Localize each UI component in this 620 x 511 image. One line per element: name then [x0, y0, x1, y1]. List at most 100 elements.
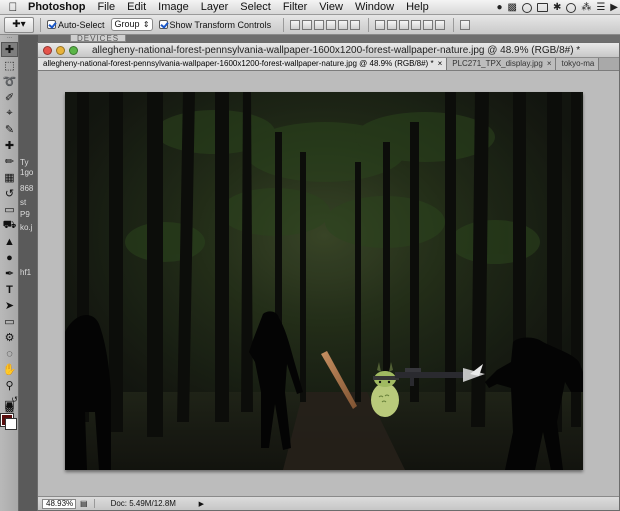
- status-bar-icon[interactable]: ▤: [80, 499, 88, 508]
- dodge-tool-icon[interactable]: ●: [1, 250, 18, 265]
- crop-tool-icon[interactable]: ⌖: [1, 106, 18, 121]
- move-tool-icon[interactable]: ✚: [1, 42, 18, 57]
- quick-select-tool-icon[interactable]: ✐: [1, 90, 18, 105]
- document-tab-label: allegheny-national-forest-pennsylvania-w…: [43, 59, 434, 68]
- wifi-icon[interactable]: ☰: [596, 2, 605, 13]
- separator: [283, 17, 285, 32]
- doc-size-info: Doc: 5.49M/12.8M: [93, 499, 199, 508]
- auto-align-button[interactable]: [460, 19, 471, 30]
- background-panel-text: st: [20, 198, 27, 207]
- auto-select-checkbox[interactable]: [47, 20, 56, 29]
- marquee-tool-icon[interactable]: ⬚: [1, 58, 18, 73]
- distribute-hcenter-button[interactable]: [423, 19, 434, 30]
- zoom-window-button[interactable]: [69, 45, 78, 55]
- align-right-button[interactable]: [350, 19, 361, 30]
- menu-photoshop[interactable]: Photoshop: [22, 0, 91, 14]
- blur-tool-icon[interactable]: ▲: [1, 234, 18, 249]
- tools-panel: ⋯ ✚ ⬚ ➰ ✐ ⌖ ✎ ✚ ✏ ▦ ↺ ▭ ⛟ ▲ ● ✒ T ➤ ▭ ⚙ …: [0, 35, 19, 511]
- menu-image[interactable]: Image: [152, 0, 195, 14]
- eyedropper-tool-icon[interactable]: ✎: [1, 122, 18, 137]
- panel-grip[interactable]: ⋯: [1, 35, 18, 41]
- paint-bucket-tool-icon[interactable]: ⛟: [1, 218, 18, 233]
- document-image[interactable]: [65, 92, 583, 470]
- distribute-right-button[interactable]: [435, 19, 446, 30]
- sync-icon[interactable]: [521, 2, 532, 13]
- separator: [40, 17, 41, 32]
- distribute-vcenter-button[interactable]: [387, 19, 398, 30]
- document-tab-label: PLC271_TPX_display.jpg: [452, 59, 543, 68]
- lasso-tool-icon[interactable]: ➰: [1, 74, 18, 89]
- document-window: allegheny-national-forest-pennsylvania-w…: [37, 42, 620, 511]
- background-panel-text: 1go: [20, 168, 34, 177]
- document-title-bar[interactable]: allegheny-national-forest-pennsylvania-w…: [38, 43, 619, 58]
- monitor-icon[interactable]: [536, 3, 548, 12]
- bluetooth-icon[interactable]: ✱: [553, 2, 561, 13]
- zoom-tool-icon[interactable]: ⚲: [1, 378, 18, 393]
- path-select-tool-icon[interactable]: ➤: [1, 298, 18, 313]
- background-color-swatch[interactable]: [5, 418, 17, 430]
- document-tab[interactable]: allegheny-national-forest-pennsylvania-w…: [38, 58, 448, 70]
- menu-edit[interactable]: Edit: [121, 0, 152, 14]
- background-panel-text: P9: [20, 210, 30, 219]
- align-hcenter-button[interactable]: [338, 19, 349, 30]
- brush-tool-icon[interactable]: ✏: [1, 154, 18, 169]
- menu-help[interactable]: Help: [400, 0, 435, 14]
- menu-window[interactable]: Window: [349, 0, 400, 14]
- align-left-button[interactable]: [326, 19, 337, 30]
- document-tab-label: tokyo-ma: [561, 59, 595, 68]
- 3d-rotate-tool-icon[interactable]: ⚙: [1, 330, 18, 345]
- volume-icon[interactable]: ▶: [610, 2, 618, 13]
- menu-layer[interactable]: Layer: [195, 0, 235, 14]
- menu-view[interactable]: View: [313, 0, 349, 14]
- 3d-orbit-tool-icon[interactable]: ◌: [1, 346, 18, 361]
- bluetooth-2-icon[interactable]: ⁂: [581, 2, 591, 13]
- history-brush-tool-icon[interactable]: ↺: [1, 186, 18, 201]
- document-tab[interactable]: PLC271_TPX_display.jpg ×: [447, 58, 557, 70]
- auto-select-dropdown[interactable]: Group: [110, 18, 153, 31]
- background-panel-text: 868: [20, 184, 34, 193]
- screen-mode-icon[interactable]: ▩: [1, 401, 18, 416]
- separator: [453, 17, 455, 32]
- menu-filter[interactable]: Filter: [277, 0, 313, 14]
- zoom-level-field[interactable]: 48.93%: [42, 498, 76, 509]
- auto-select-label: Auto-Select: [58, 19, 105, 30]
- distribute-left-button[interactable]: [411, 19, 422, 30]
- move-tool-icon: ✚▾: [12, 19, 26, 30]
- shape-tool-icon[interactable]: ▭: [1, 314, 18, 329]
- transform-controls-label: Show Transform Controls: [169, 19, 272, 30]
- distribute-top-button[interactable]: [375, 19, 386, 30]
- mobile-icon[interactable]: ▩: [507, 2, 516, 13]
- document-title: allegheny-national-forest-pennsylvania-w…: [92, 44, 581, 56]
- tool-preset-picker[interactable]: ✚▾: [4, 16, 34, 33]
- healing-brush-tool-icon[interactable]: ✚: [1, 138, 18, 153]
- document-tab-bar: allegheny-national-forest-pennsylvania-w…: [38, 58, 619, 71]
- status-menu-arrow-icon[interactable]: ▶: [199, 500, 204, 508]
- align-top-button[interactable]: [290, 19, 301, 30]
- pen-tool-icon[interactable]: ✒: [1, 266, 18, 281]
- ghost-icon[interactable]: ●: [496, 2, 502, 13]
- devices-panel-tab[interactable]: DEVICES: [70, 35, 127, 43]
- menu-status-area: ● ▩ ✱ ⁂ ☰ ▶: [496, 0, 618, 14]
- align-vcenter-button[interactable]: [302, 19, 313, 30]
- transform-controls-checkbox[interactable]: [158, 20, 168, 29]
- close-tab-icon[interactable]: ×: [547, 59, 552, 68]
- apple-icon[interactable]: : [4, 0, 22, 14]
- menu-bar:  Photoshop File Edit Image Layer Select…: [0, 0, 620, 15]
- menu-file[interactable]: File: [91, 0, 121, 14]
- align-bottom-button[interactable]: [314, 19, 325, 30]
- canvas-area[interactable]: [38, 72, 619, 498]
- clone-stamp-tool-icon[interactable]: ▦: [1, 170, 18, 185]
- minimize-window-button[interactable]: [56, 45, 65, 55]
- eraser-tool-icon[interactable]: ▭: [1, 202, 18, 217]
- distribute-bottom-button[interactable]: [399, 19, 410, 30]
- close-window-button[interactable]: [43, 45, 52, 55]
- options-bar: ✚▾ Auto-Select Group Show Transform Cont…: [0, 15, 620, 35]
- close-tab-icon[interactable]: ×: [438, 59, 443, 68]
- document-status-bar: 48.93% ▤ Doc: 5.49M/12.8M ▶: [38, 496, 619, 510]
- document-tab[interactable]: tokyo-ma: [556, 58, 600, 70]
- hand-tool-icon[interactable]: ✋: [1, 362, 18, 377]
- type-tool-icon[interactable]: T: [1, 282, 18, 297]
- background-panels: Ty 1go 868 st P9 ko.j hf1: [19, 35, 38, 511]
- time-machine-icon[interactable]: [566, 2, 577, 13]
- menu-select[interactable]: Select: [234, 0, 277, 14]
